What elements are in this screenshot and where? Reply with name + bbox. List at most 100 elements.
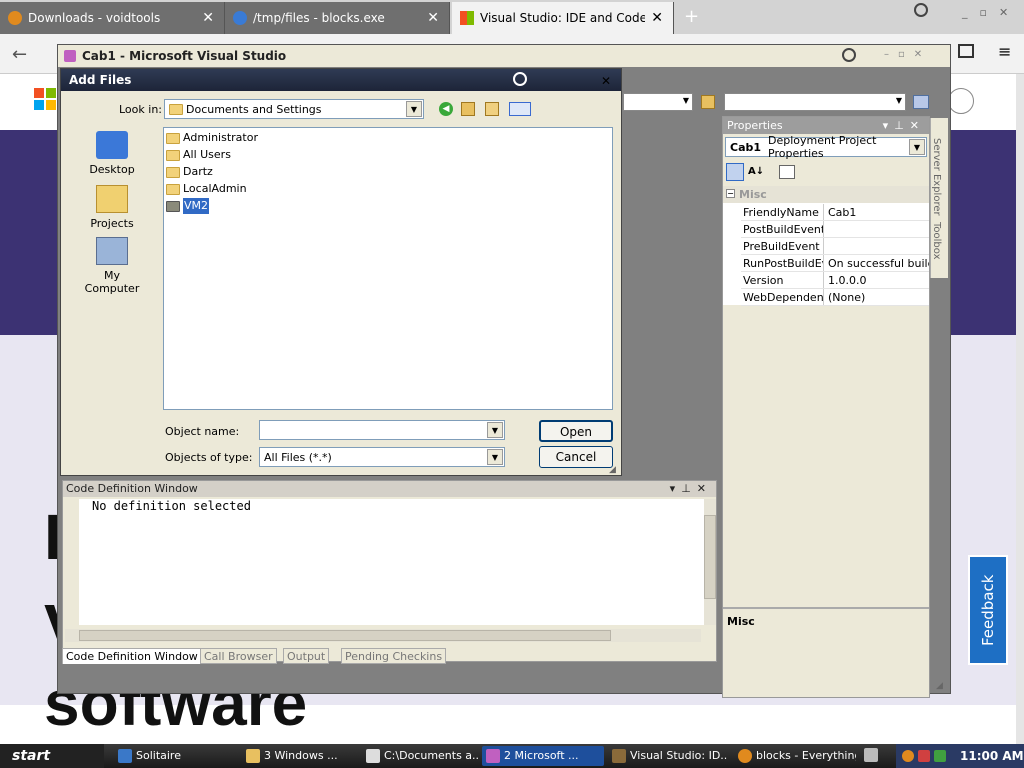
chevron-down-icon: ▼ bbox=[909, 139, 925, 155]
close-icon[interactable]: ✕ bbox=[202, 10, 214, 26]
toolbar-combo[interactable]: ▼ bbox=[623, 93, 693, 111]
panel-controls[interactable]: ▾⊥✕ bbox=[670, 481, 712, 497]
place-desktop[interactable]: Desktop bbox=[77, 131, 147, 176]
folder-icon bbox=[166, 183, 180, 195]
dialog-title-bar: Add Files bbox=[61, 69, 621, 91]
dialog-close-button[interactable]: ✕ bbox=[601, 74, 611, 88]
window-controls[interactable]: _▫✕ bbox=[962, 6, 1020, 19]
toolbar-icon[interactable] bbox=[913, 95, 929, 109]
folder-icon bbox=[166, 166, 180, 178]
object-name-label: Object name: bbox=[165, 425, 240, 438]
type-select[interactable]: All Files (*.*) ▼ bbox=[259, 447, 505, 467]
sidebar-icon[interactable] bbox=[958, 44, 974, 58]
cancel-button[interactable]: Cancel bbox=[539, 446, 613, 468]
start-button[interactable]: start bbox=[0, 744, 104, 768]
folder-icon bbox=[246, 749, 260, 763]
resize-grip-icon[interactable]: ◢ bbox=[936, 681, 943, 691]
feedback-button[interactable]: Feedback bbox=[968, 555, 1008, 665]
folder-icon bbox=[166, 132, 180, 144]
system-tray: 11:00 AM bbox=[896, 744, 1024, 768]
view-menu-icon[interactable] bbox=[509, 102, 531, 116]
vs-app-icon bbox=[64, 50, 76, 62]
account-icon[interactable] bbox=[948, 88, 974, 114]
tab-visual-studio[interactable]: Visual Studio: IDE and Code Editor ✕ bbox=[452, 2, 674, 34]
microsoft-logo-icon bbox=[34, 88, 56, 110]
place-projects[interactable]: Projects bbox=[77, 185, 147, 230]
property-row[interactable]: FriendlyName Cab1 bbox=[741, 204, 929, 221]
file-list[interactable]: Administrator All Users Dartz LocalAdmin… bbox=[163, 127, 613, 410]
category-misc[interactable]: − Misc bbox=[723, 186, 929, 203]
tab-pending-checkins[interactable]: Pending Checkins bbox=[341, 648, 447, 664]
tab-downloads[interactable]: Downloads - voidtools ✕ bbox=[0, 2, 225, 34]
list-item[interactable]: Dartz bbox=[166, 164, 215, 180]
categorized-icon[interactable] bbox=[726, 163, 744, 181]
property-row[interactable]: Version 1.0.0.0 bbox=[741, 272, 929, 289]
computer-icon bbox=[96, 237, 128, 265]
resize-grip-icon[interactable]: ◢ bbox=[609, 465, 616, 475]
restricted-icon bbox=[842, 48, 856, 62]
list-item-selected[interactable]: VM2 bbox=[166, 198, 211, 214]
keyboard-icon[interactable] bbox=[864, 748, 878, 762]
horizontal-scrollbar[interactable] bbox=[65, 629, 701, 642]
list-item[interactable]: Administrator bbox=[166, 130, 260, 146]
code-def-editor[interactable]: No definition selected bbox=[79, 499, 704, 625]
search-icon bbox=[8, 11, 22, 25]
properties-panel: Properties ▾⊥✕ Cab1 Deployment Project P… bbox=[722, 116, 930, 698]
folder-icon bbox=[96, 185, 128, 213]
property-row[interactable]: PostBuildEvent bbox=[741, 221, 929, 238]
place-my-computer[interactable]: My Computer bbox=[77, 237, 147, 295]
chevron-down-icon: ▼ bbox=[487, 449, 503, 465]
close-icon[interactable]: ✕ bbox=[427, 10, 439, 26]
chevron-down-icon: ▼ bbox=[487, 422, 503, 438]
property-pages-icon[interactable] bbox=[779, 165, 795, 179]
add-files-dialog: Add Files ✕ Look in: Documents and Setti… bbox=[60, 68, 622, 476]
server-explorer-tab[interactable]: Server Explorer bbox=[931, 118, 942, 218]
properties-object-select[interactable]: Cab1 Deployment Project Properties ▼ bbox=[725, 134, 927, 160]
restricted-icon bbox=[914, 3, 928, 17]
object-name-input[interactable]: ▼ bbox=[259, 420, 505, 440]
menu-icon[interactable]: ≡ bbox=[998, 42, 1011, 61]
clock: 11:00 AM bbox=[960, 749, 1024, 763]
back-icon[interactable]: ◀ bbox=[439, 102, 453, 116]
list-item[interactable]: LocalAdmin bbox=[166, 181, 249, 197]
back-icon[interactable]: ← bbox=[12, 44, 27, 65]
tab-output[interactable]: Output bbox=[283, 648, 330, 664]
side-tool-tabs: Server Explorer Toolbox bbox=[930, 118, 948, 278]
new-folder-icon[interactable] bbox=[485, 102, 499, 116]
taskbar-item-active[interactable]: 2 Microsoft ... bbox=[482, 746, 604, 766]
panel-controls[interactable]: ▾⊥✕ bbox=[883, 117, 925, 134]
search-icon[interactable] bbox=[902, 750, 914, 762]
open-folder-icon[interactable] bbox=[701, 95, 715, 109]
collapse-icon[interactable]: − bbox=[726, 189, 735, 198]
look-in-select[interactable]: Documents and Settings ▼ bbox=[164, 99, 424, 119]
taskbar-item[interactable]: Visual Studio: ID... bbox=[608, 746, 728, 766]
taskbar-item[interactable]: Solitaire bbox=[114, 746, 232, 766]
toolbar-combo-2[interactable]: ▼ bbox=[724, 93, 906, 111]
up-folder-icon[interactable] bbox=[461, 102, 475, 116]
toolbox-tab[interactable]: Toolbox bbox=[931, 218, 942, 260]
tab-code-definition[interactable]: Code Definition Window bbox=[62, 648, 202, 664]
tab-call-browser[interactable]: Call Browser bbox=[200, 648, 277, 664]
page-scrollbar[interactable] bbox=[1016, 74, 1024, 744]
chevron-down-icon: ▼ bbox=[406, 101, 422, 117]
property-row[interactable]: RunPostBuildEveOn successful build bbox=[741, 255, 929, 272]
taskbar-item[interactable]: blocks - Everything bbox=[734, 746, 856, 766]
tab-blocks[interactable]: /tmp/files - blocks.exe ✕ bbox=[225, 2, 450, 34]
vs-app-icon bbox=[486, 749, 500, 763]
taskbar-item[interactable]: C:\Documents a... bbox=[362, 746, 478, 766]
property-row[interactable]: PreBuildEvent bbox=[741, 238, 929, 255]
desktop-icon bbox=[96, 131, 128, 159]
tray-icon[interactable] bbox=[934, 750, 946, 762]
list-item[interactable]: All Users bbox=[166, 147, 233, 163]
vertical-scrollbar[interactable] bbox=[704, 499, 716, 625]
property-row[interactable]: WebDependenci(None) bbox=[741, 289, 929, 306]
vs-window-controls[interactable]: –▫✕ bbox=[884, 49, 931, 60]
tray-icon[interactable] bbox=[918, 750, 930, 762]
alphabetical-icon[interactable]: A↓ bbox=[748, 163, 766, 181]
close-icon[interactable]: ✕ bbox=[651, 10, 663, 26]
type-label: Objects of type: bbox=[165, 451, 253, 464]
code-def-header: Code Definition Window ▾⊥✕ bbox=[63, 481, 716, 497]
taskbar-item[interactable]: 3 Windows ... bbox=[242, 746, 356, 766]
open-button[interactable]: Open bbox=[539, 420, 613, 442]
new-tab-button[interactable]: + bbox=[684, 6, 699, 27]
